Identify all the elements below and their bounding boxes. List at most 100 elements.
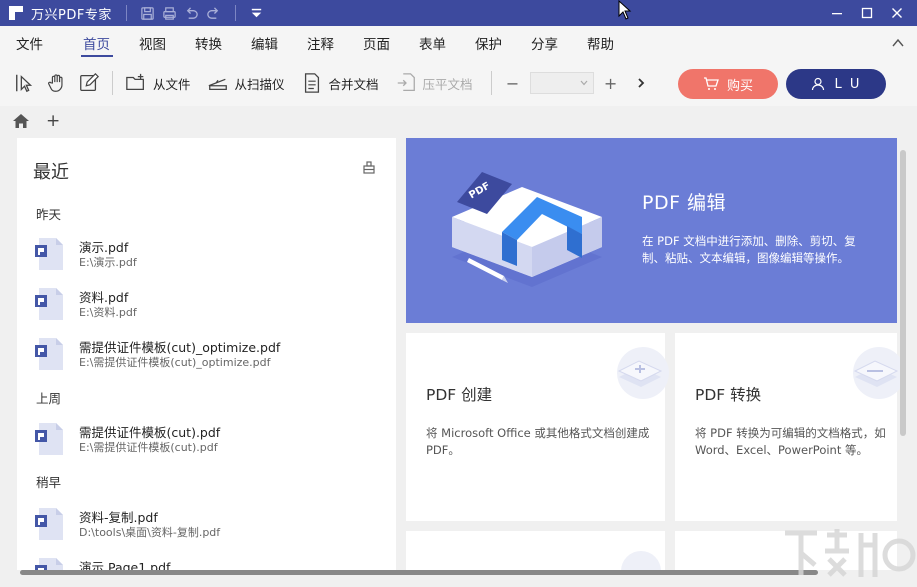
home-icon[interactable] bbox=[12, 113, 30, 129]
convert-illustration-icon bbox=[853, 347, 905, 399]
site-watermark-logo bbox=[785, 529, 916, 577]
recent-file-item[interactable]: 资料-复制.pdf D:\tools\桌面\资料-复制.pdf bbox=[35, 507, 385, 547]
pdf-file-icon bbox=[35, 558, 63, 570]
app-logo-icon bbox=[9, 6, 23, 20]
close-button[interactable] bbox=[880, 0, 914, 26]
merge-docs-label: 合并文档 bbox=[328, 76, 379, 92]
recent-file-item[interactable]: 资料.pdf E:\资料.pdf bbox=[35, 287, 385, 327]
zoom-out-button[interactable]: − bbox=[496, 74, 530, 93]
ribbon-toolbar: 从文件 从扫描仪 合并文档 压平文档 − + bbox=[0, 60, 917, 106]
recent-file-item[interactable]: 演示.pdf E:\演示.pdf bbox=[35, 237, 385, 277]
file-name: 演示.Page1.pdf bbox=[79, 560, 171, 570]
feature-illustration-icon bbox=[621, 551, 661, 571]
save-icon[interactable] bbox=[137, 3, 159, 23]
merge-docs-button[interactable]: 合并文档 bbox=[293, 66, 387, 100]
menu-share[interactable]: 分享 bbox=[517, 26, 573, 60]
flatten-docs-label: 压平文档 bbox=[422, 76, 473, 92]
tab-bar: + bbox=[0, 106, 917, 136]
hand-tool-button[interactable] bbox=[44, 66, 76, 100]
hero-description: 在 PDF 文档中进行添加、删除、剪切、复制、粘贴、文本编辑，图像编辑等操作。 bbox=[642, 234, 856, 265]
buy-label: 购买 bbox=[726, 78, 753, 94]
minimize-button[interactable] bbox=[820, 0, 854, 26]
pdf-create-feature-card[interactable]: PDF 创建 将 Microsoft Office 或其他格式文档创建成 PDF… bbox=[406, 333, 669, 521]
clear-history-icon[interactable] bbox=[362, 160, 376, 174]
file-path: E:\需提供证件模板(cut).pdf bbox=[79, 441, 218, 454]
file-path: E:\资料.pdf bbox=[79, 306, 137, 319]
pdf-file-icon bbox=[35, 508, 63, 540]
recent-files-panel: 最近 昨天 演示.pdf E:\演示.pdf 资料.pdf E:\资料.pdf … bbox=[17, 138, 396, 570]
toolbar-divider bbox=[112, 71, 113, 95]
app-title: 万兴PDF专家 bbox=[31, 7, 112, 23]
flatten-docs-button[interactable]: 压平文档 bbox=[387, 66, 481, 100]
from-file-label: 从文件 bbox=[153, 76, 191, 92]
user-icon bbox=[811, 77, 824, 91]
menu-home[interactable]: 首页 bbox=[69, 26, 125, 60]
pdf-edit-feature-card[interactable]: PDF PDF 编辑 在 PDF 文档中进行添加、删除、剪切、复制、粘贴、文本编… bbox=[406, 138, 897, 323]
menu-protect[interactable]: 保护 bbox=[461, 26, 517, 60]
edit-tool-button[interactable] bbox=[76, 66, 108, 100]
buy-button[interactable]: 购买 bbox=[678, 69, 778, 99]
card-title: PDF 创建 bbox=[426, 386, 493, 404]
menu-form[interactable]: 表单 bbox=[405, 26, 461, 60]
collapse-ribbon-icon[interactable] bbox=[891, 36, 905, 50]
menu-annotate[interactable]: 注释 bbox=[293, 26, 349, 60]
from-scanner-button[interactable]: 从扫描仪 bbox=[199, 66, 293, 100]
pdf-file-icon bbox=[35, 338, 63, 370]
file-path: D:\tools\桌面\资料-复制.pdf bbox=[79, 526, 221, 539]
pdf-file-icon bbox=[35, 288, 63, 320]
title-bar: 万兴PDF专家 bbox=[0, 0, 917, 26]
recent-file-item[interactable]: 需提供证件模板(cut)_optimize.pdf E:\需提供证件模板(cut… bbox=[35, 337, 385, 377]
select-tool-button[interactable] bbox=[0, 66, 44, 100]
toolbar-divider-2 bbox=[490, 71, 492, 95]
cursor-select-icon bbox=[16, 74, 33, 93]
card-title: PDF 转换 bbox=[695, 386, 762, 404]
title-divider bbox=[125, 5, 127, 21]
edit-icon bbox=[80, 72, 100, 91]
chevron-down-icon bbox=[580, 80, 588, 86]
feature-card-partial[interactable] bbox=[406, 531, 665, 571]
menu-page[interactable]: 页面 bbox=[349, 26, 405, 60]
zoom-select[interactable] bbox=[529, 72, 594, 94]
from-file-button[interactable]: 从文件 bbox=[117, 66, 199, 100]
hand-icon bbox=[48, 74, 63, 92]
menu-convert[interactable]: 转换 bbox=[181, 26, 237, 60]
customize-dropdown-icon[interactable] bbox=[246, 3, 268, 23]
menu-help[interactable]: 帮助 bbox=[573, 26, 629, 60]
pdf-convert-feature-card[interactable]: PDF 转换 将 PDF 转换为可编辑的文档格式，如 Word、Excel、Po… bbox=[675, 333, 905, 521]
pdf-stack-illustration: PDF bbox=[452, 172, 602, 287]
mouse-cursor-icon bbox=[618, 0, 632, 20]
card-description: 将 Microsoft Office 或其他格式文档创建成 PDF。 bbox=[426, 426, 650, 457]
from-scanner-label: 从扫描仪 bbox=[234, 76, 285, 92]
create-illustration-icon bbox=[617, 347, 669, 399]
scanner-icon bbox=[208, 78, 227, 91]
maximize-button[interactable] bbox=[850, 0, 884, 26]
pdf-file-icon bbox=[35, 238, 63, 270]
folder-add-icon bbox=[126, 73, 144, 91]
recent-file-item[interactable]: 需提供证件模板(cut).pdf E:\需提供证件模板(cut).pdf bbox=[35, 422, 385, 462]
user-account-button[interactable]: L U bbox=[786, 69, 886, 99]
pdf-file-icon bbox=[35, 423, 63, 455]
group-yesterday: 昨天 bbox=[36, 207, 62, 222]
menu-file[interactable]: 文件 bbox=[0, 26, 58, 60]
card-description: 将 PDF 转换为可编辑的文档格式，如 Word、Excel、PowerPoin… bbox=[695, 426, 886, 457]
vertical-scrollbar[interactable] bbox=[900, 150, 906, 436]
chevron-right-icon[interactable] bbox=[636, 77, 646, 89]
group-earlier: 稍早 bbox=[36, 475, 62, 490]
horizontal-scrollbar[interactable] bbox=[20, 570, 818, 575]
zoom-in-button[interactable]: + bbox=[594, 74, 628, 93]
merge-document-icon bbox=[304, 73, 319, 93]
hero-title: PDF 编辑 bbox=[642, 192, 727, 214]
menu-view[interactable]: 视图 bbox=[125, 26, 181, 60]
cart-icon bbox=[703, 77, 719, 90]
print-icon[interactable] bbox=[159, 3, 181, 23]
group-last-week: 上周 bbox=[36, 391, 62, 406]
file-path: E:\演示.pdf bbox=[79, 256, 137, 269]
file-path: E:\需提供证件模板(cut)_optimize.pdf bbox=[79, 356, 271, 369]
undo-icon[interactable] bbox=[181, 3, 203, 23]
user-label: L U bbox=[834, 76, 862, 92]
add-tab-button[interactable]: + bbox=[46, 111, 60, 131]
redo-icon[interactable] bbox=[203, 3, 225, 23]
menu-edit[interactable]: 编辑 bbox=[237, 26, 293, 60]
recent-file-item[interactable]: 演示.Page1.pdf bbox=[35, 557, 385, 570]
flatten-icon bbox=[397, 73, 415, 91]
